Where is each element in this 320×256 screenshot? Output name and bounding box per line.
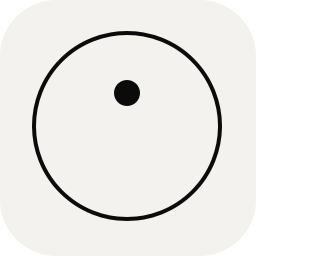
dot-icon	[114, 80, 140, 106]
app-icon-canvas	[0, 0, 256, 256]
app-icon	[0, 0, 256, 256]
